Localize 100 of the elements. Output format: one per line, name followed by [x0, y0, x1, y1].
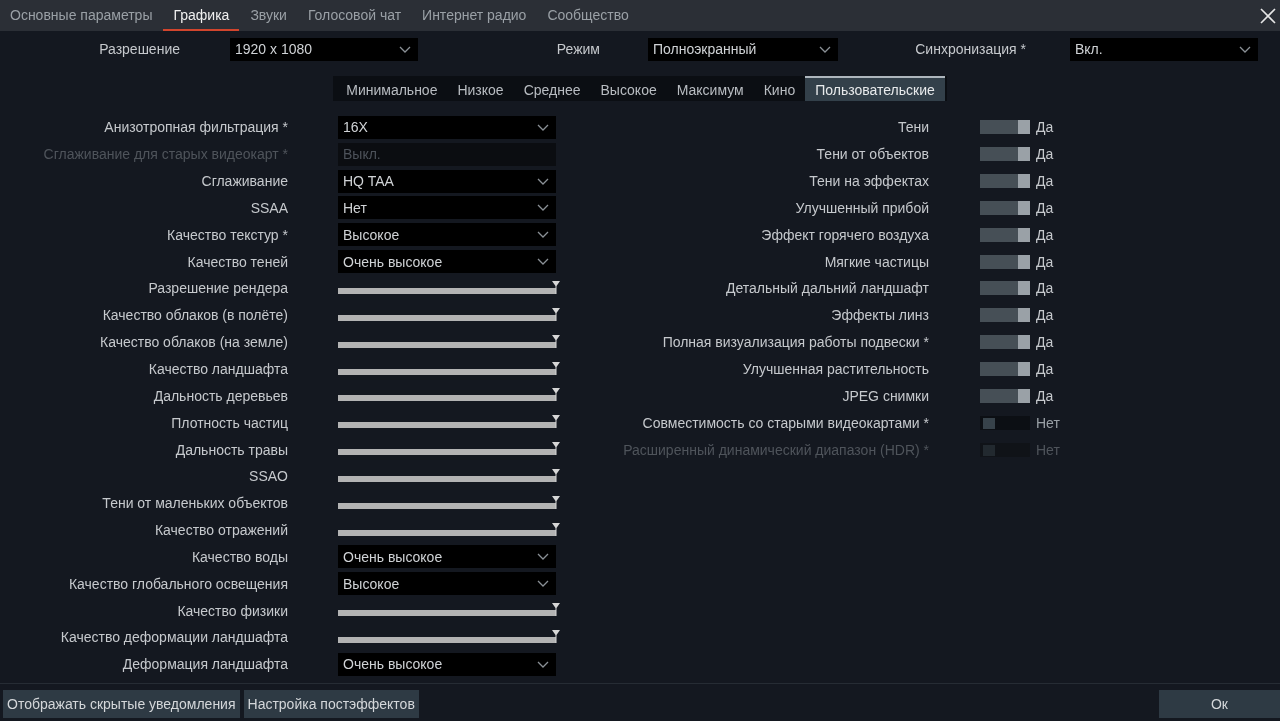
- toggle-value: Да: [1036, 119, 1054, 136]
- footer-button[interactable]: Настройка постэффектов: [243, 690, 419, 718]
- dropdown[interactable]: HQ TAA: [338, 169, 556, 193]
- setting-label: Плотность частиц: [170, 414, 288, 431]
- toggle-value: Да: [1036, 307, 1054, 324]
- slider-thumb[interactable]: [552, 415, 560, 429]
- toggle-switch[interactable]: [980, 174, 1030, 189]
- chevron-down-icon: [537, 660, 549, 668]
- toggle-switch[interactable]: [980, 281, 1030, 296]
- setting-label: Дальность травы: [174, 441, 288, 458]
- chevron-down-icon: [537, 123, 549, 131]
- setting-label: Сглаживание: [200, 173, 288, 190]
- setting-label: Разрешение: [98, 41, 180, 57]
- toggle-value: Да: [1036, 253, 1054, 270]
- toggle-value: Да: [1036, 146, 1054, 163]
- settings-tab[interactable]: Звуки: [240, 0, 297, 31]
- dropdown[interactable]: Очень высокое: [338, 250, 556, 274]
- dropdown[interactable]: Очень высокое: [338, 545, 556, 569]
- toggle-value: Да: [1036, 226, 1054, 243]
- preset-tab[interactable]: Кино: [753, 76, 806, 101]
- setting-label: Тени от маленьких объектов: [101, 495, 288, 512]
- slider-thumb[interactable]: [552, 522, 560, 536]
- dropdown[interactable]: Полноэкранный: [648, 37, 838, 61]
- setting-label: Качество воды: [190, 548, 288, 565]
- setting-label: Тени: [896, 119, 929, 136]
- slider-thumb[interactable]: [552, 629, 560, 643]
- toggle-value: Нет: [1036, 414, 1060, 431]
- dropdown[interactable]: Высокое: [338, 223, 556, 247]
- slider-thumb[interactable]: [552, 603, 560, 617]
- preset-tab[interactable]: Среднее: [513, 76, 591, 101]
- chevron-down-icon: [819, 45, 831, 53]
- setting-label: Улучшенная растительность: [741, 361, 929, 377]
- chevron-down-icon: [399, 45, 411, 53]
- toggle-switch[interactable]: [980, 308, 1030, 323]
- chevron-down-icon: [537, 231, 549, 239]
- toggle-value: Да: [1036, 361, 1054, 377]
- setting-label: Детальный дальний ландшафт: [725, 280, 929, 297]
- toggle-switch[interactable]: [980, 254, 1030, 269]
- setting-label: Сглаживание для старых видеокарт *: [42, 146, 288, 163]
- slider-thumb[interactable]: [552, 334, 560, 348]
- setting-label: Эффект горячего воздуха: [760, 226, 929, 243]
- setting-label: Качество ландшафта: [147, 361, 288, 377]
- chevron-down-icon: [1239, 45, 1251, 53]
- preset-tab[interactable]: Минимальное: [336, 76, 448, 101]
- setting-label: Качество отражений: [153, 522, 288, 539]
- chevron-down-icon: [537, 204, 549, 212]
- toggle-value: Да: [1036, 199, 1054, 216]
- setting-label: Дальность деревьев: [152, 387, 288, 404]
- toggle-value: Нет: [1036, 441, 1060, 458]
- toggle-switch[interactable]: [980, 362, 1030, 376]
- toggle-switch[interactable]: [980, 147, 1030, 162]
- footer-button[interactable]: Отображать скрытые уведомления: [3, 690, 240, 718]
- setting-label: Деформация ландшафта: [121, 656, 288, 673]
- settings-tab[interactable]: Основные параметры: [0, 0, 163, 31]
- settings-tab[interactable]: Интернет радио: [412, 0, 537, 31]
- toggle-switch[interactable]: [980, 335, 1030, 350]
- dropdown[interactable]: Высокое: [338, 572, 556, 596]
- toggle-value: Да: [1036, 387, 1054, 404]
- setting-label: Качество деформации ландшафта: [59, 629, 288, 646]
- dropdown[interactable]: Очень высокое: [338, 652, 556, 676]
- close-icon[interactable]: [1260, 7, 1276, 24]
- toggle-switch[interactable]: [980, 388, 1030, 403]
- setting-label: Совместимость со старыми видеокартами *: [641, 414, 929, 431]
- toggle-switch[interactable]: [980, 120, 1030, 135]
- dropdown[interactable]: 1920 x 1080: [230, 37, 418, 61]
- settings-tab[interactable]: Голосовой чат: [297, 0, 412, 31]
- setting-label: SSAO: [248, 468, 288, 485]
- settings-tab[interactable]: Сообщество: [537, 0, 639, 31]
- slider-thumb[interactable]: [552, 388, 560, 402]
- chevron-down-icon: [537, 580, 549, 588]
- preset-tab[interactable]: Пользовательские: [805, 76, 945, 101]
- setting-label: Синхронизация *: [914, 41, 1026, 57]
- setting-label: Разрешение рендера: [147, 280, 288, 297]
- setting-label: Расширенный динамический диапазон (HDR) *: [622, 441, 929, 458]
- toggle-switch[interactable]: [980, 200, 1030, 215]
- toggle-switch[interactable]: [980, 227, 1030, 242]
- slider-thumb[interactable]: [552, 442, 560, 456]
- setting-label: Тени на эффектах: [808, 173, 929, 190]
- toggle-value: Да: [1036, 334, 1054, 351]
- dropdown[interactable]: 16X: [338, 115, 556, 139]
- preset-tab[interactable]: Высокое: [590, 76, 667, 101]
- setting-label: Полная визуализация работы подвески *: [661, 334, 929, 351]
- setting-label: Тени от объектов: [815, 146, 929, 163]
- slider-thumb[interactable]: [552, 495, 560, 509]
- preset-tab[interactable]: Низкое: [447, 76, 514, 101]
- toggle-switch[interactable]: [980, 415, 1030, 430]
- slider-thumb[interactable]: [552, 468, 560, 482]
- setting-label: Улучшенный прибой: [794, 199, 929, 216]
- setting-label: Режим: [555, 41, 600, 57]
- preset-tab[interactable]: Максимум: [666, 76, 754, 101]
- dropdown[interactable]: Вкл.: [1070, 37, 1258, 61]
- slider-thumb[interactable]: [552, 361, 560, 375]
- setting-label: Качество облаков (на земле): [99, 334, 288, 351]
- setting-label: Мягкие частицы: [823, 253, 929, 270]
- settings-tab[interactable]: Графика: [163, 0, 240, 31]
- ok-button[interactable]: Ок: [1159, 690, 1280, 718]
- setting-label: Качество текстур *: [166, 226, 288, 243]
- dropdown[interactable]: Нет: [338, 196, 556, 220]
- slider-thumb[interactable]: [552, 281, 560, 294]
- slider-thumb[interactable]: [552, 307, 560, 321]
